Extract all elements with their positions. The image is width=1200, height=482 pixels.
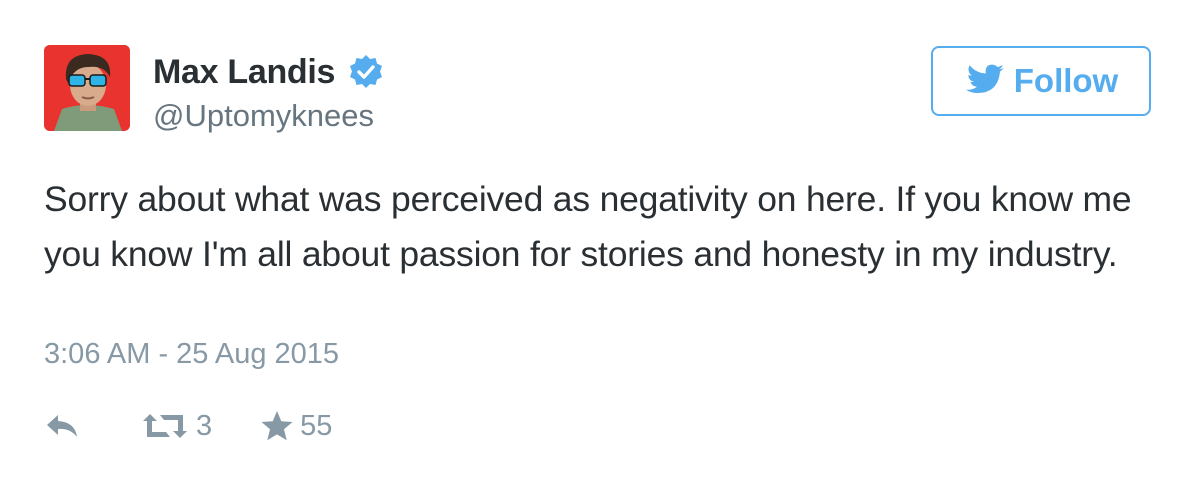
reply-button[interactable] [44,412,80,440]
name-row: Max Landis [153,52,385,92]
retweet-button[interactable]: 3 [140,410,212,443]
favorite-count: 55 [300,409,333,442]
avatar[interactable] [44,45,130,131]
reply-icon [47,415,77,437]
twitter-bird-icon [965,64,1004,93]
follow-label: Follow [1013,62,1119,99]
favorite-button[interactable]: 55 [260,410,332,443]
display-name[interactable]: Max Landis [153,53,335,92]
follow-button[interactable]: Follow [931,46,1151,116]
user-handle[interactable]: @Uptomyknees [153,98,374,134]
star-icon [261,411,293,441]
verified-badge-icon [347,53,385,91]
embedded-tweet: Max Landis @Uptomyknees Follow Sorry abo… [0,0,1200,482]
retweet-icon [143,414,187,438]
tweet-text: Sorry about what was perceived as negati… [44,179,1132,274]
retweet-count: 3 [196,409,213,442]
tweet-actions: 3 55 [44,404,332,448]
tweet-timestamp[interactable]: 3:06 AM - 25 Aug 2015 [44,338,339,371]
